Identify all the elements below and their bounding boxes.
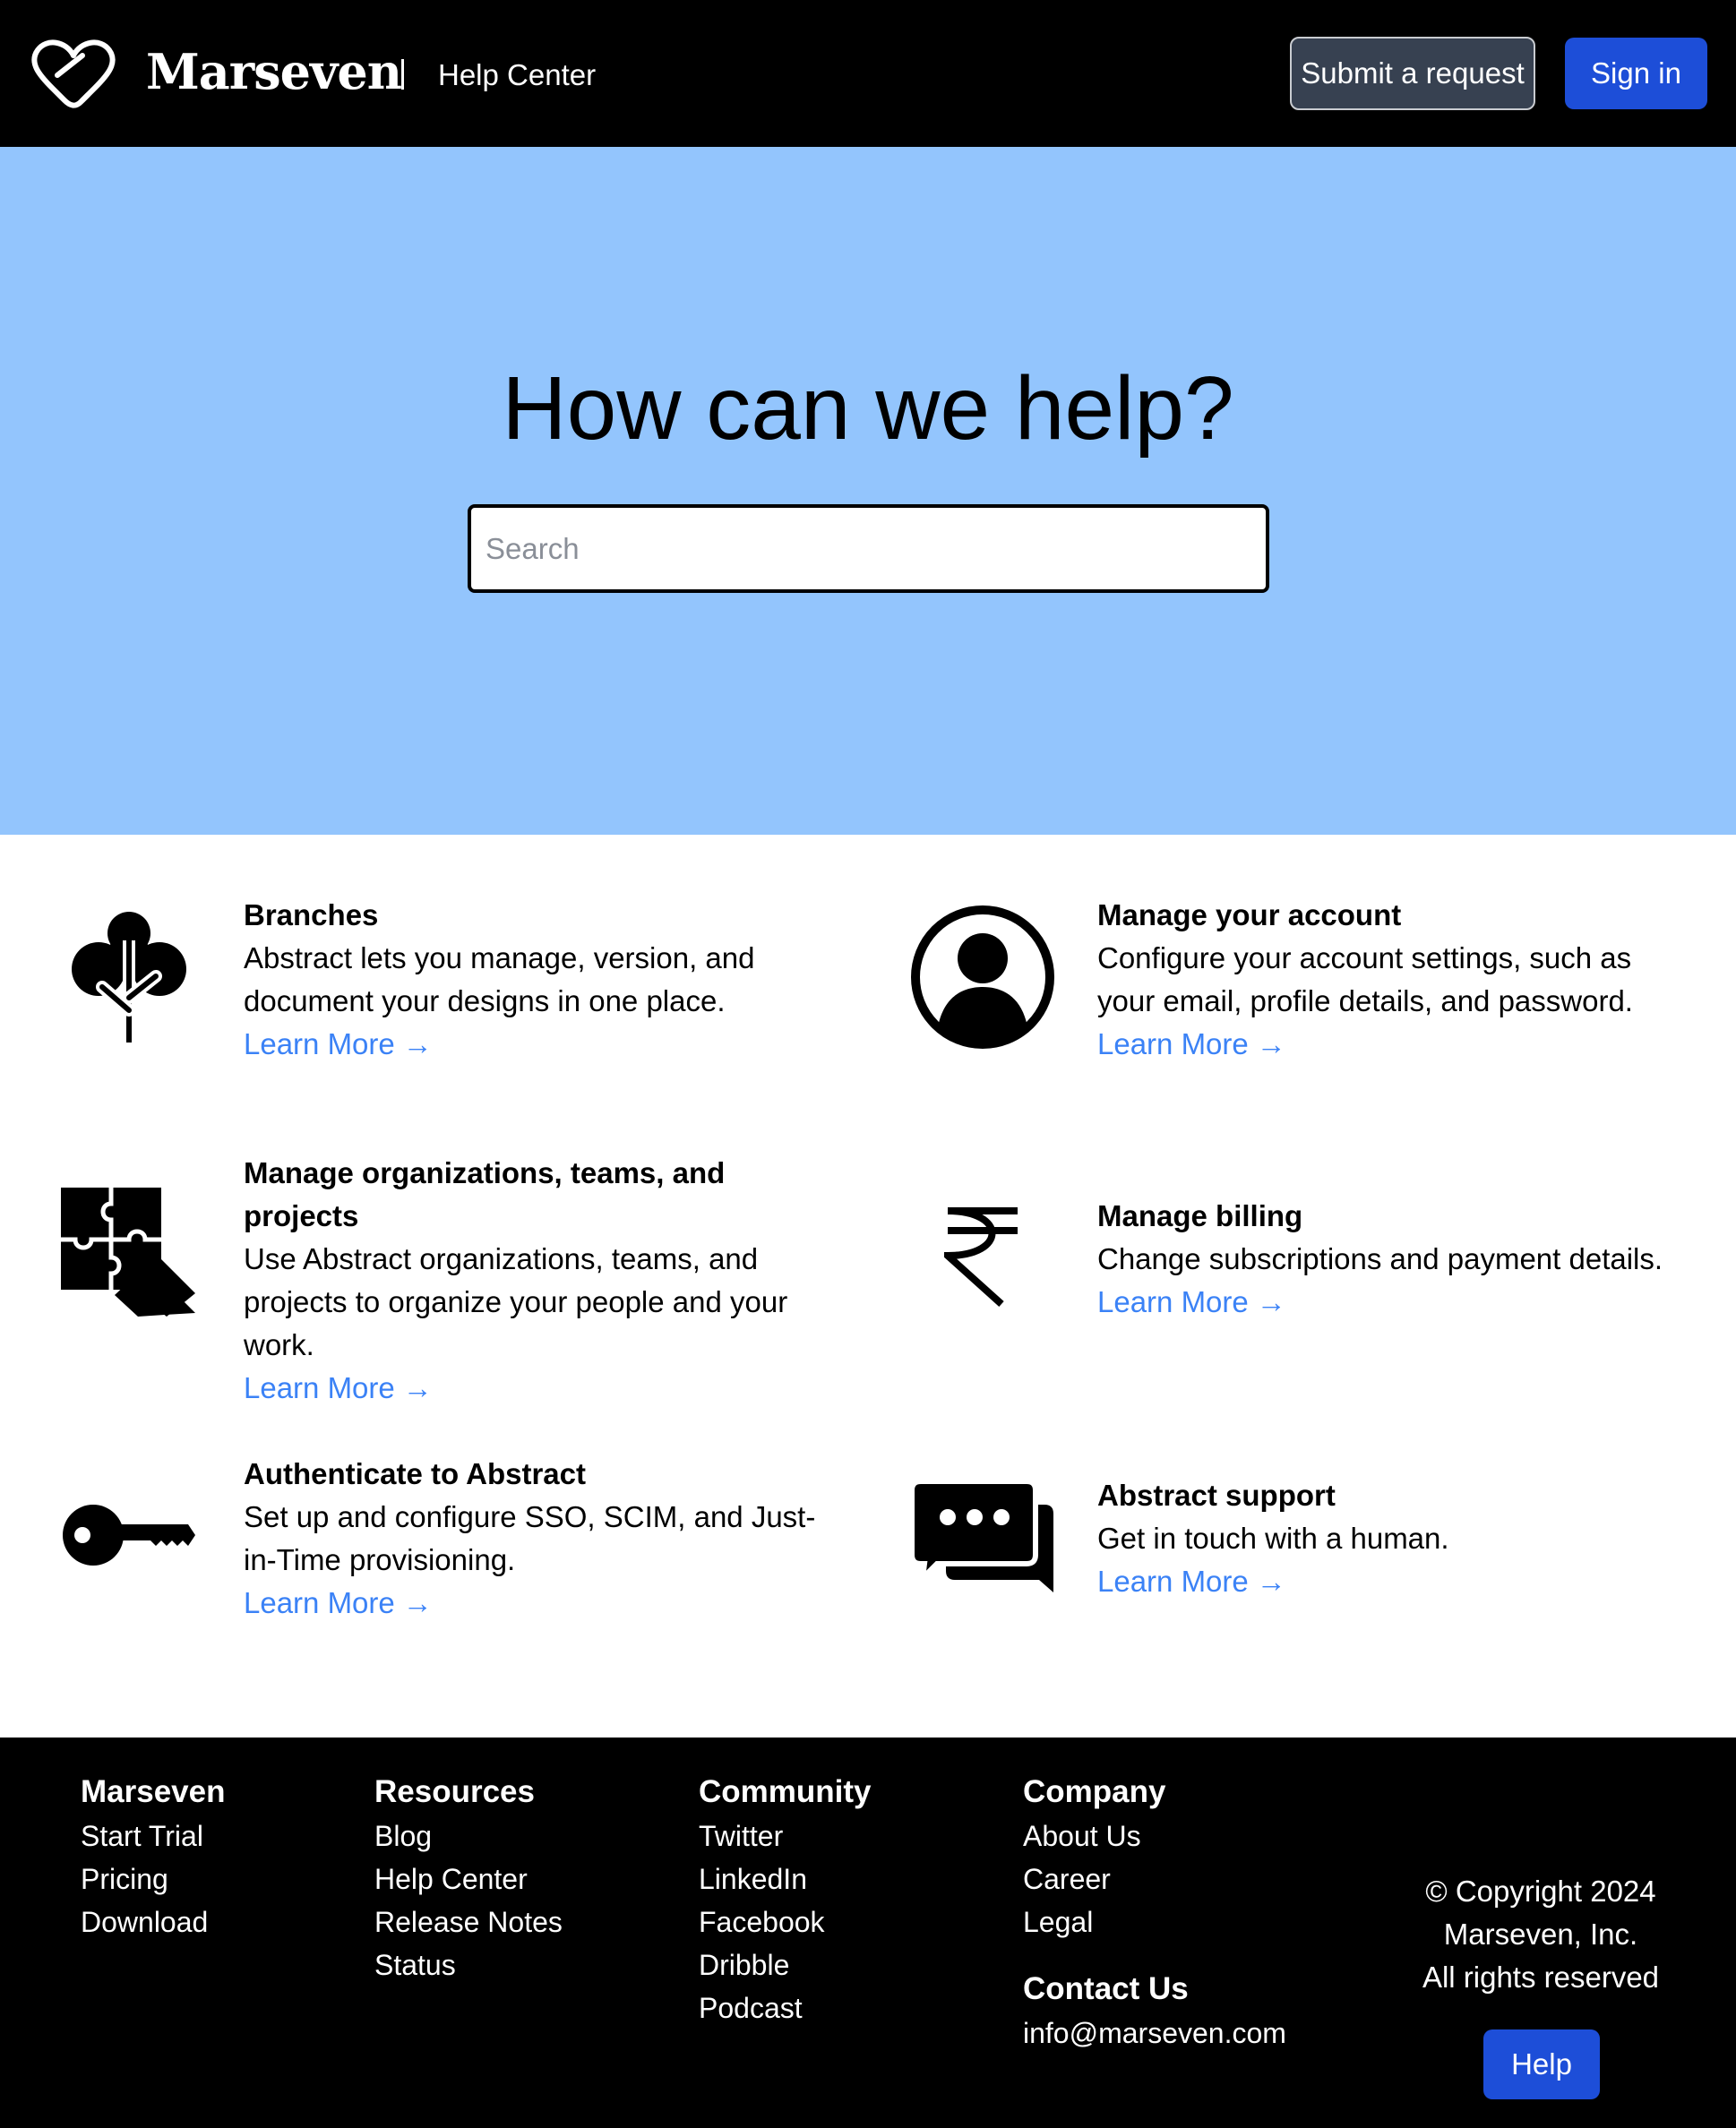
footer-link-download[interactable]: Download: [81, 1901, 225, 1944]
learn-more-link[interactable]: Learn More →: [1097, 1560, 1286, 1603]
footer: Marseven Start Trial Pricing Download Re…: [0, 1738, 1736, 2128]
footer-link-help-center[interactable]: Help Center: [374, 1858, 563, 1901]
footer-heading: Company: [1023, 1774, 1166, 1809]
top-nav: Marseven Help Center Submit a request Si…: [0, 0, 1736, 147]
brand-name[interactable]: Marseven: [146, 43, 402, 100]
learn-more-link[interactable]: Learn More →: [1097, 1281, 1286, 1324]
user-circle-icon: [911, 905, 1054, 1049]
rupee-icon: [944, 1207, 1018, 1307]
card-title: Authenticate to Abstract: [244, 1457, 586, 1490]
footer-link-pricing[interactable]: Pricing: [81, 1858, 225, 1901]
footer-heading: Marseven: [81, 1774, 226, 1809]
brand-divider: [401, 59, 404, 90]
card-support: Abstract support Get in touch with a hum…: [1097, 1474, 1689, 1603]
section-title[interactable]: Help Center: [438, 57, 596, 93]
learn-more-link[interactable]: Learn More →: [244, 1023, 433, 1066]
search-input[interactable]: [468, 504, 1269, 593]
card-description: Configure your account settings, such as…: [1097, 941, 1633, 1017]
footer-link-dribble[interactable]: Dribble: [699, 1944, 872, 1986]
footer-link-podcast[interactable]: Podcast: [699, 1986, 872, 2029]
puzzle-icon: [61, 1188, 195, 1317]
heart-logo-icon[interactable]: [30, 36, 116, 109]
footer-link-release-notes[interactable]: Release Notes: [374, 1901, 563, 1944]
card-authenticate: Authenticate to Abstract Set up and conf…: [244, 1453, 835, 1625]
card-title: Manage organizations, teams, and project…: [244, 1156, 726, 1232]
learn-more-link[interactable]: Learn More →: [244, 1367, 433, 1410]
chat-bubbles-icon: [910, 1479, 1053, 1592]
footer-heading-contact: Contact Us: [1023, 1971, 1189, 2006]
learn-more-link[interactable]: Learn More →: [1097, 1023, 1286, 1066]
footer-col-marseven: Marseven Start Trial Pricing Download: [81, 1770, 225, 1944]
footer-link-facebook[interactable]: Facebook: [699, 1901, 872, 1944]
card-title: Manage your account: [1097, 898, 1402, 931]
card-organizations: Manage organizations, teams, and project…: [244, 1152, 835, 1410]
footer-col-community: Community Twitter LinkedIn Facebook Drib…: [699, 1770, 872, 2029]
footer-link-about-us[interactable]: About Us: [1023, 1815, 1286, 1858]
card-description: Use Abstract organizations, teams, and p…: [244, 1242, 788, 1361]
card-title: Abstract support: [1097, 1479, 1336, 1512]
footer-col-company: Company About Us Career Legal Contact Us…: [1023, 1770, 1286, 2055]
key-icon: [63, 1505, 195, 1566]
help-button[interactable]: Help: [1483, 2029, 1600, 2099]
hero-section: How can we help?: [0, 147, 1736, 835]
hero-title: How can we help?: [502, 358, 1234, 459]
footer-link-legal[interactable]: Legal: [1023, 1901, 1286, 1944]
card-description: Change subscriptions and payment details…: [1097, 1242, 1663, 1275]
footer-heading: Resources: [374, 1774, 535, 1809]
copyright-block: © Copyright 2024 Marseven, Inc. All righ…: [1402, 1870, 1680, 1999]
card-branches: Branches Abstract lets you manage, versi…: [244, 894, 835, 1066]
card-description: Set up and configure SSO, SCIM, and Just…: [244, 1500, 816, 1576]
submit-request-button[interactable]: Submit a request: [1290, 37, 1535, 110]
copyright-rights: All rights reserved: [1422, 1961, 1660, 1994]
card-title: Branches: [244, 898, 379, 931]
footer-link-status[interactable]: Status: [374, 1944, 563, 1986]
card-manage-account: Manage your account Configure your accou…: [1097, 894, 1689, 1066]
footer-link-twitter[interactable]: Twitter: [699, 1815, 872, 1858]
footer-col-resources: Resources Blog Help Center Release Notes…: [374, 1770, 563, 1986]
footer-link-linkedin[interactable]: LinkedIn: [699, 1858, 872, 1901]
learn-more-link[interactable]: Learn More →: [244, 1582, 433, 1625]
card-title: Manage billing: [1097, 1199, 1303, 1232]
copyright-company: Marseven, Inc.: [1443, 1918, 1638, 1951]
tree-icon: [72, 912, 186, 1043]
footer-heading: Community: [699, 1774, 872, 1809]
sign-in-button[interactable]: Sign in: [1565, 38, 1707, 109]
card-description: Abstract lets you manage, version, and d…: [244, 941, 755, 1017]
footer-link-career[interactable]: Career: [1023, 1858, 1286, 1901]
card-description: Get in touch with a human.: [1097, 1522, 1449, 1555]
footer-link-email[interactable]: info@marseven.com: [1023, 2012, 1286, 2055]
card-billing: Manage billing Change subscriptions and …: [1097, 1195, 1689, 1324]
footer-link-start-trial[interactable]: Start Trial: [81, 1815, 225, 1858]
copyright-line: © Copyright 2024: [1425, 1875, 1656, 1908]
footer-link-blog[interactable]: Blog: [374, 1815, 563, 1858]
